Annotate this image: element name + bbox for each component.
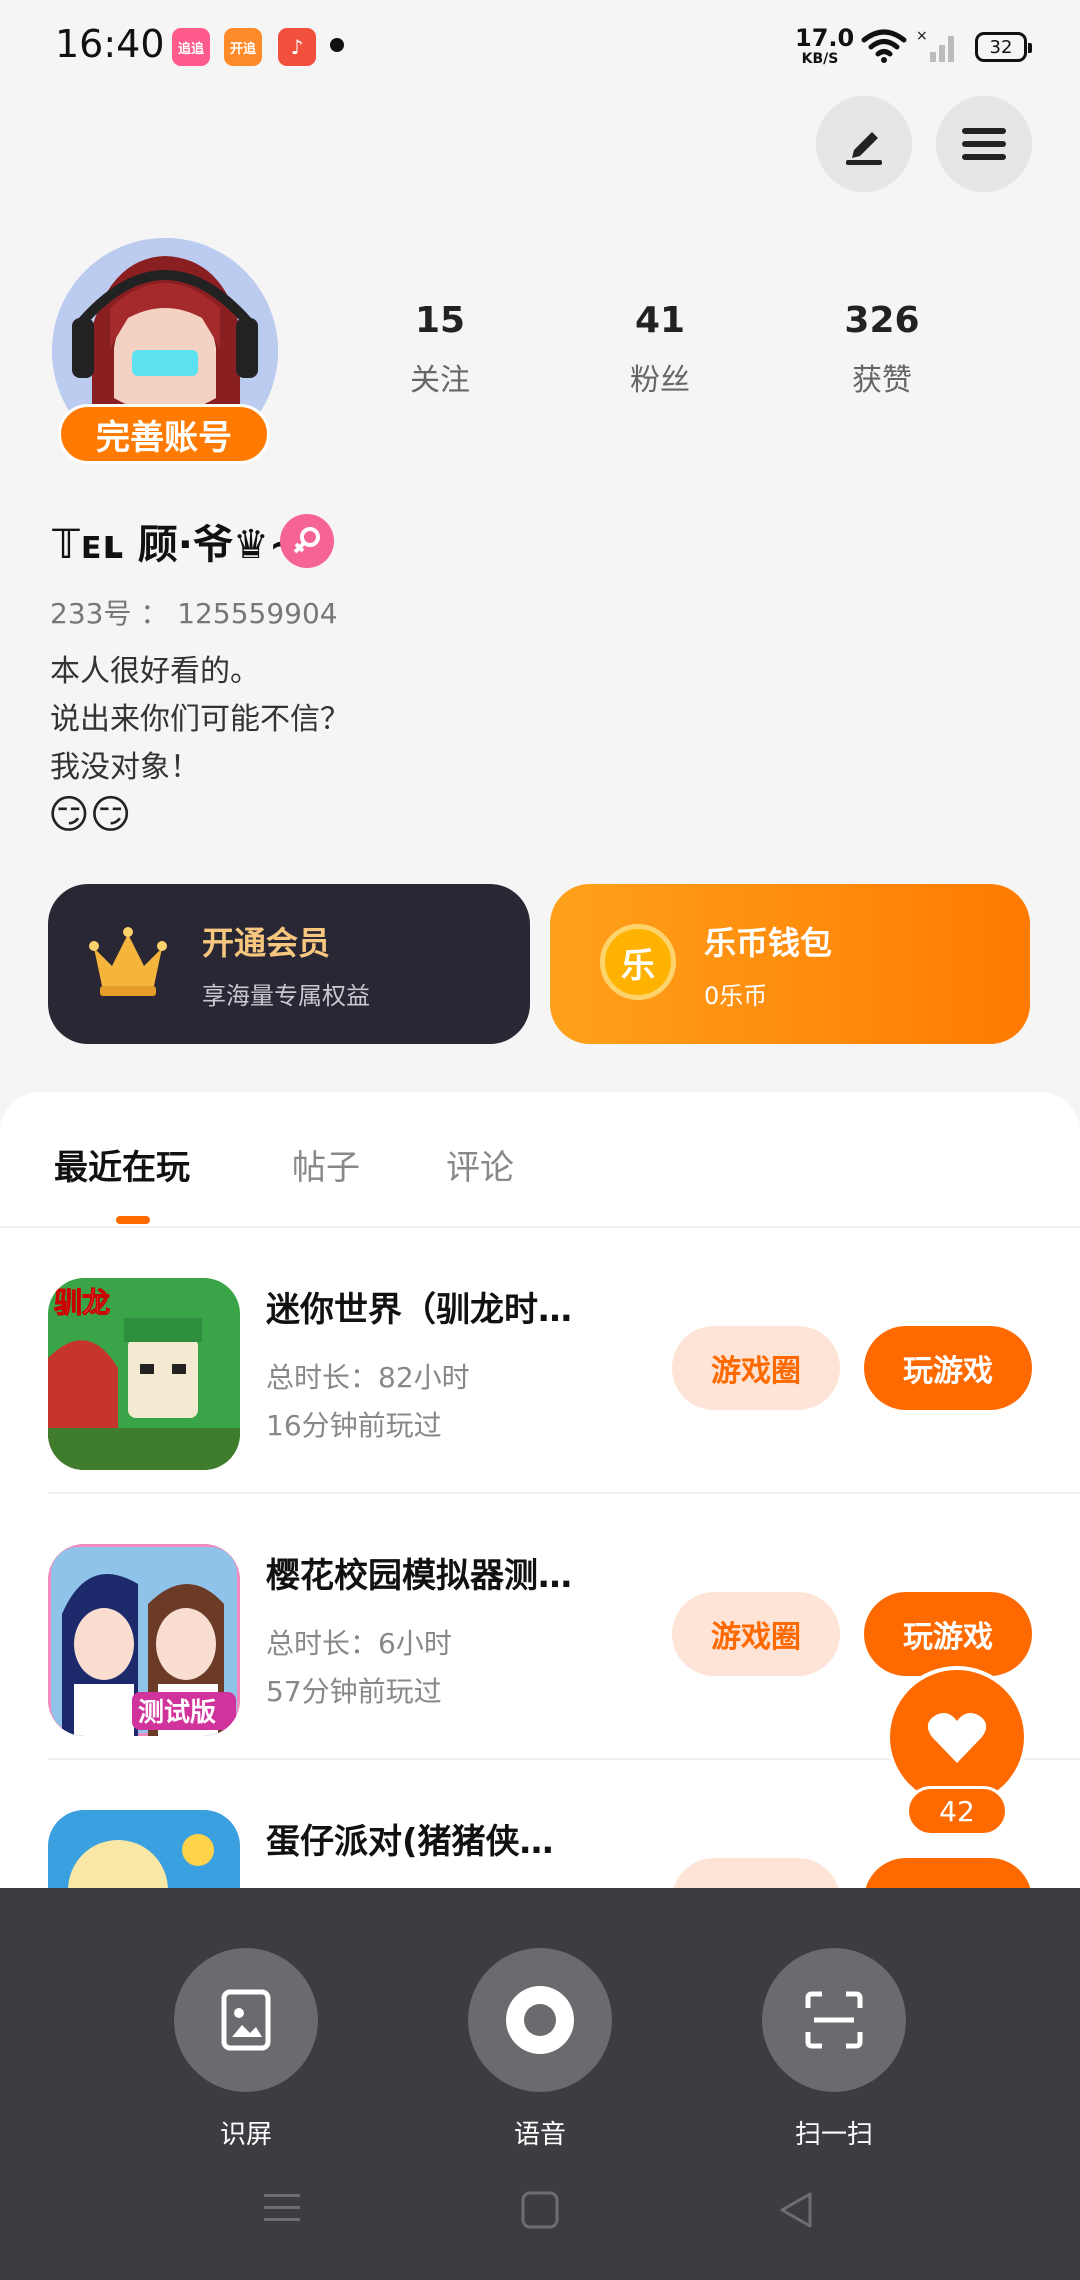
nav-home-icon[interactable] <box>520 2190 560 2230</box>
stat-likes[interactable]: 326 获赞 <box>802 300 962 399</box>
game-title: 樱花校园模拟器测… <box>266 1556 572 1596</box>
game-row[interactable]: 驯龙 迷你世界（驯龙时… 总时长：82小时 16分钟前玩过 游戏圈 玩游戏 <box>0 1228 1080 1494</box>
game-duration: 总时长：82小时 <box>266 1361 470 1394</box>
like-count: 42 <box>906 1786 1008 1836</box>
vip-title: 开通会员 <box>202 924 331 962</box>
wallet-title: 乐币钱包 <box>704 924 833 962</box>
menu-button[interactable] <box>936 96 1032 192</box>
nickname: 𝕋ᴇʟ 顾·爷♛~ <box>52 522 303 568</box>
edit-button[interactable] <box>816 96 912 192</box>
tool-label: 识屏 <box>219 2120 272 2150</box>
status-bar: 16:40 追追 开追 ♪ 17.0 KB/S × 32 <box>0 0 1080 96</box>
crown-icon <box>89 927 167 996</box>
app-icon-kaizhui: 开追 <box>224 28 262 66</box>
stat-following[interactable]: 15 关注 <box>360 300 520 399</box>
game-last-played: 57分钟前玩过 <box>266 1675 442 1708</box>
battery-icon: 32 <box>975 32 1032 62</box>
game-duration: 总时长：6小时 <box>266 1627 452 1660</box>
tab-recent-played[interactable]: 最近在玩 <box>54 1140 190 1189</box>
net-speed: 17.0 KB/S <box>795 24 855 67</box>
game-icon-mini-world: 驯龙 <box>48 1278 240 1470</box>
bio-line: 我没对象！ <box>50 750 200 785</box>
female-gender-icon <box>280 514 334 568</box>
app-icon-zhuizhui: 追追 <box>172 28 210 66</box>
stat-value: 326 <box>844 300 920 341</box>
bio: 本人很好看的。 说出来你们可能不信？ 我没对象！ <box>50 648 350 792</box>
complete-account-button[interactable]: 完善账号 <box>58 404 270 464</box>
status-time: 16:40 <box>55 22 165 66</box>
vip-card[interactable]: 开通会员 享海量专属权益 <box>48 884 530 1044</box>
screen-image-icon <box>221 1989 271 2051</box>
stat-followers[interactable]: 41 粉丝 <box>580 300 740 399</box>
scan-icon <box>805 1991 863 2049</box>
nav-back-icon[interactable] <box>776 2190 816 2230</box>
stat-value: 15 <box>414 300 466 341</box>
game-circle-button[interactable]: 游戏圈 <box>672 1592 840 1676</box>
tool-label: 语音 <box>513 2120 566 2150</box>
svg-text:×: × <box>916 28 928 44</box>
wallet-subtitle: 0乐币 <box>704 982 768 1010</box>
nav-menu-icon[interactable] <box>262 2190 302 2226</box>
svg-text:测试版: 测试版 <box>138 1698 216 1728</box>
svg-text:驯龙: 驯龙 <box>54 1286 110 1319</box>
tool-label: 扫一扫 <box>794 2120 873 2150</box>
bio-emoji: 😏😏 <box>48 792 132 838</box>
user-id: 233号 ： 125559904 <box>50 597 338 630</box>
bio-line: 本人很好看的。 <box>50 654 260 689</box>
game-circle-button[interactable]: 游戏圈 <box>672 1326 840 1410</box>
stat-label: 关注 <box>410 363 470 398</box>
vip-subtitle: 享海量专属权益 <box>202 982 370 1010</box>
game-title: 蛋仔派对(猪猪侠… <box>266 1822 554 1862</box>
stat-label: 粉丝 <box>630 363 690 398</box>
play-game-button[interactable]: 玩游戏 <box>864 1592 1032 1676</box>
tab-posts[interactable]: 帖子 <box>292 1140 360 1189</box>
game-icon-sakura-school: 测试版 <box>48 1544 240 1736</box>
game-last-played: 16分钟前玩过 <box>266 1409 442 1442</box>
stat-label: 获赞 <box>852 363 912 398</box>
voice-tool[interactable]: 语音 <box>468 1948 612 2151</box>
heart-icon <box>927 1713 987 1763</box>
play-game-button[interactable]: 玩游戏 <box>864 1326 1032 1410</box>
screen-recognition-tool[interactable]: 识屏 <box>174 1948 318 2151</box>
wifi-icon <box>861 29 907 63</box>
voice-record-icon <box>506 1986 574 2054</box>
tab-comments[interactable]: 评论 <box>446 1140 514 1189</box>
scan-tool[interactable]: 扫一扫 <box>762 1948 906 2151</box>
signal-icon: × <box>916 28 954 62</box>
wallet-card[interactable]: 乐 乐币钱包 0乐币 <box>550 884 1030 1044</box>
menu-icon <box>962 128 1006 160</box>
tab-indicator <box>116 1216 150 1224</box>
stat-value: 41 <box>634 300 686 341</box>
bio-line: 说出来你们可能不信？ <box>50 702 350 737</box>
coin-icon: 乐 <box>600 924 676 1000</box>
music-app-icon: ♪ <box>278 28 316 66</box>
notification-dot-icon <box>330 38 344 52</box>
game-title: 迷你世界（驯龙时… <box>266 1290 572 1330</box>
pen-icon <box>846 132 882 165</box>
